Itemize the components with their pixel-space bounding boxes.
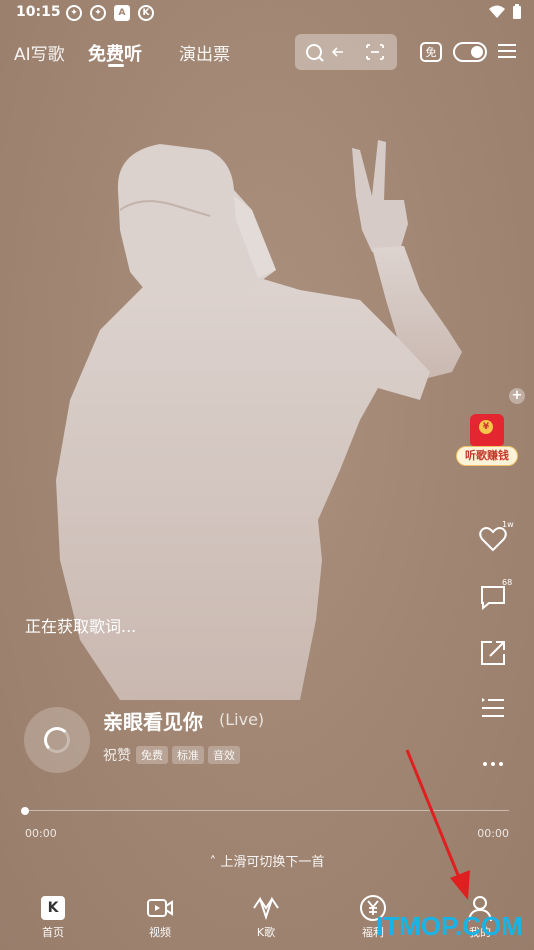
lyrics-status[interactable]: 正在获取歌词... [25, 613, 136, 637]
tab-ai-songwriting[interactable]: AI写歌 [14, 40, 65, 65]
scan-icon [366, 44, 384, 60]
mode-toggle[interactable] [453, 42, 487, 62]
back-arrow-icon [331, 47, 343, 57]
coin-icon: ¥ [479, 420, 493, 434]
battery-icon [513, 4, 521, 19]
album-disc[interactable] [24, 707, 90, 773]
song-tags: 免费 标准 音效 [136, 746, 240, 764]
nav-video-label: 视频 [149, 926, 171, 939]
menu-icon[interactable] [498, 42, 516, 60]
tag-sound-effect[interactable]: 音效 [208, 746, 240, 764]
nav-k-song-label: K歌 [256, 926, 276, 939]
free-mode-badge[interactable]: 免 [420, 42, 442, 62]
song-version: (Live) [219, 710, 265, 729]
a-notification-icon: A [114, 5, 130, 21]
progress-handle[interactable] [21, 807, 29, 815]
tag-free: 免费 [136, 746, 168, 764]
artist-name[interactable]: 祝赞 [103, 745, 131, 765]
more-button[interactable] [478, 748, 512, 782]
search-icon [306, 44, 322, 60]
share-button[interactable] [478, 638, 512, 672]
like-button[interactable]: 1w [478, 520, 514, 558]
active-tab-indicator [108, 64, 124, 67]
status-notification-icons: ✦ ✦ A K [66, 5, 154, 21]
status-right [488, 4, 522, 20]
comment-button[interactable]: 68 [478, 578, 512, 616]
search-bar-icons [306, 44, 384, 62]
status-time: 10:15 [16, 4, 61, 20]
song-title[interactable]: 亲眼看见你 [103, 706, 203, 735]
tab-free-listen[interactable]: 免费听 [88, 40, 142, 66]
nav-home[interactable]: K 首页 [23, 894, 83, 940]
search-bar[interactable] [295, 34, 397, 70]
playlist-icon [482, 698, 504, 717]
search-icon-handle [318, 56, 324, 62]
plus-icon[interactable]: + [509, 388, 525, 404]
total-time: 00:00 [477, 827, 509, 840]
wifi-icon [489, 5, 505, 18]
earn-money-promo[interactable]: ¥ 听歌赚钱 [456, 414, 520, 470]
nav-k-song[interactable]: K歌 [236, 894, 296, 940]
k-song-icon [253, 896, 279, 921]
status-bar: 10:15 ✦ ✦ A K [0, 0, 534, 28]
comment-count: 68 [502, 578, 513, 587]
watermark: ITMOP.COM [376, 911, 523, 941]
tab-concert-tickets[interactable]: 演出票 [179, 40, 230, 65]
progress-bar[interactable] [25, 810, 509, 811]
tag-quality[interactable]: 标准 [172, 746, 204, 764]
nav-video[interactable]: 视频 [130, 894, 190, 940]
swipe-hint: ˄ 上滑可切换下一首 [0, 851, 534, 870]
more-icon [483, 762, 503, 766]
earn-money-label: 听歌赚钱 [456, 446, 518, 466]
album-artwork [56, 140, 462, 700]
nav-home-label: 首页 [42, 926, 64, 939]
playlist-button[interactable] [478, 693, 512, 727]
app-notification-icon: ✦ [66, 5, 82, 21]
toggle-knob [471, 46, 483, 58]
video-icon [147, 899, 173, 917]
current-time: 00:00 [25, 827, 57, 840]
top-nav: AI写歌 免费听 演出票 免 [0, 34, 534, 74]
share-icon [481, 641, 505, 665]
k-notification-icon: K [138, 5, 154, 21]
app-notification-icon: ✦ [90, 5, 106, 21]
k-logo-icon: K [41, 896, 65, 920]
chevron-up-icon: ˄ [209, 855, 217, 870]
loading-spinner-icon [44, 727, 70, 753]
swipe-hint-text: 上滑可切换下一首 [220, 855, 325, 870]
like-count: 1w [502, 520, 514, 529]
